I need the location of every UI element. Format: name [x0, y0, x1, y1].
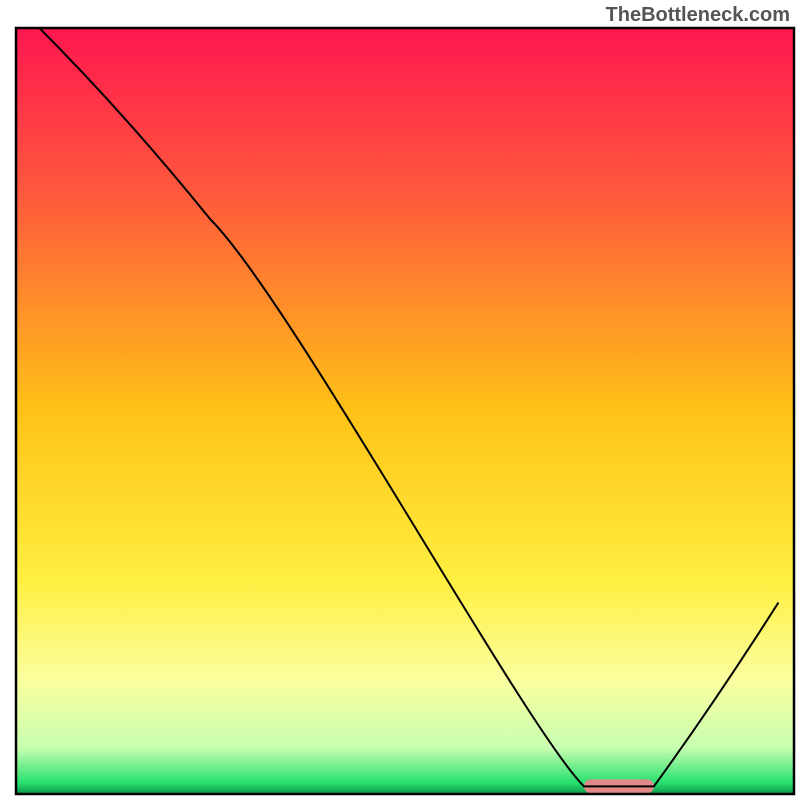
- watermark-label: TheBottleneck.com: [606, 4, 790, 27]
- chart-svg: [0, 0, 800, 800]
- chart-background: [16, 28, 794, 794]
- chart-container: TheBottleneck.com: [0, 0, 800, 800]
